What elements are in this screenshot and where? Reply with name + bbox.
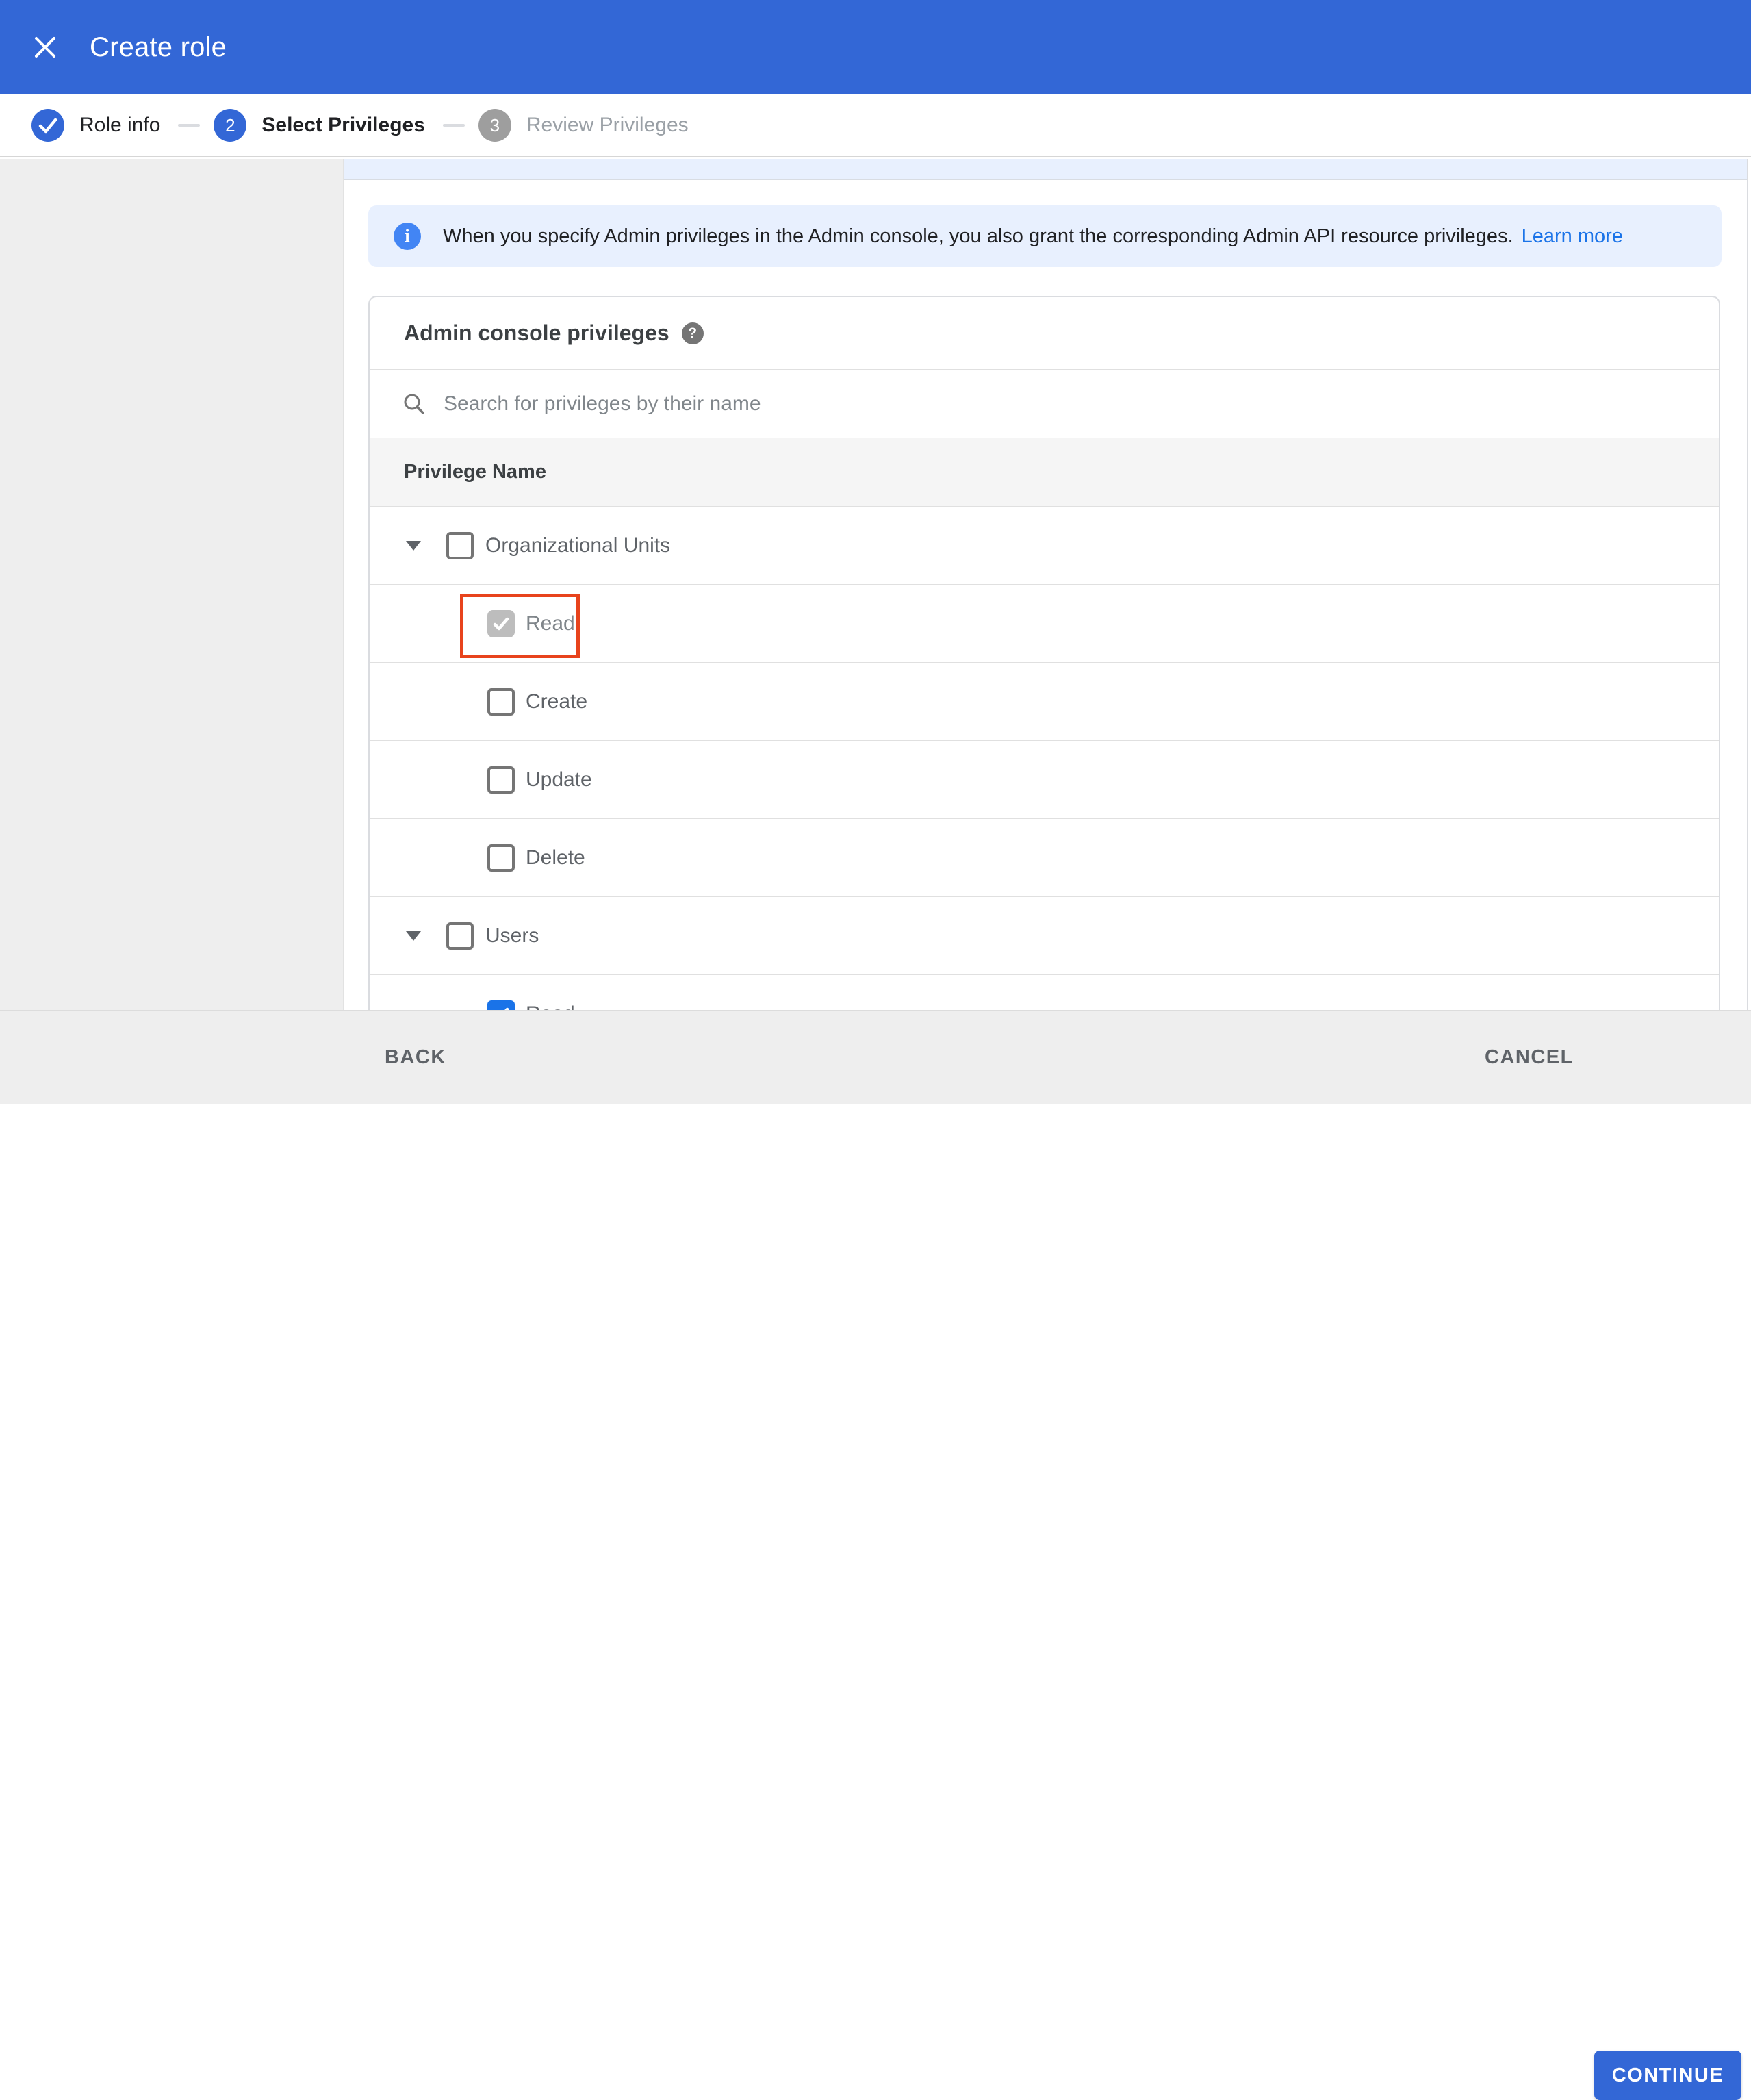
card-title-row: Admin console privileges ? [370, 297, 1719, 370]
privilege-label: Organizational Units [485, 533, 671, 557]
privileges-tree: Organizational Units Read Create Update Dele… [370, 507, 1719, 1010]
privilege-checkbox-organizational-units[interactable] [446, 531, 474, 559]
highlight-box [460, 594, 580, 658]
step-review-privileges[interactable]: 3 Review Privileges [478, 109, 689, 142]
continue-button[interactable]: CONTINUE [1594, 2051, 1741, 2100]
privilege-row-users-read[interactable]: Read [370, 975, 1719, 1010]
privilege-row-organizational-units-delete[interactable]: Delete [370, 819, 1719, 897]
privilege-checkbox-organizational-units-update[interactable] [487, 766, 515, 794]
privilege-label: Users [485, 924, 539, 947]
privilege-row-organizational-units-create[interactable]: Create [370, 663, 1719, 741]
step-number-badge: 2 [214, 109, 247, 142]
privilege-label: Read [526, 1002, 575, 1011]
search-icon [404, 394, 424, 414]
privilege-label: Update [526, 768, 592, 791]
column-header-privilege-name: Privilege Name [370, 438, 1719, 507]
privilege-row-organizational-units-read[interactable]: Read [370, 585, 1719, 663]
close-icon[interactable] [31, 34, 59, 61]
privileges-card: Admin console privileges ? Privilege Nam… [368, 296, 1720, 1010]
step-label: Role info [79, 114, 161, 136]
privilege-checkbox-users[interactable] [446, 922, 474, 950]
scrolled-content-remnant [344, 159, 1747, 180]
privilege-row-organizational-units[interactable]: Organizational Units [370, 507, 1719, 585]
card-title: Admin console privileges [404, 320, 669, 345]
search-row [370, 370, 1719, 438]
privilege-row-users[interactable]: Users [370, 897, 1719, 975]
step-select-privileges[interactable]: 2 Select Privileges [214, 109, 425, 142]
scrollbar-gutter[interactable] [1747, 159, 1751, 1010]
create-role-dialog: Create role Role info 2 Select Privilege… [0, 0, 1751, 2100]
search-input[interactable] [444, 392, 1470, 416]
help-question-icon[interactable]: ? [681, 322, 704, 344]
privilege-checkbox-organizational-units-create[interactable] [487, 687, 515, 716]
collapse-arrow-icon[interactable] [406, 540, 421, 551]
privilege-row-organizational-units-update[interactable]: Update [370, 741, 1719, 819]
learn-more-link[interactable]: Learn more [1522, 225, 1623, 248]
privilege-label: Create [526, 690, 588, 713]
info-icon: i [394, 223, 421, 250]
step-label: Select Privileges [261, 114, 425, 136]
privilege-checkbox-organizational-units-delete[interactable] [487, 844, 515, 872]
dialog-title: Create role [90, 31, 227, 62]
privilege-label: Delete [526, 846, 585, 869]
cancel-button[interactable]: CANCEL [1485, 1011, 1574, 1104]
step-connector [442, 124, 465, 127]
privilege-checkbox-users-read[interactable] [487, 1000, 515, 1010]
step-completed-check-icon [31, 109, 64, 142]
step-role-info[interactable]: Role info [31, 109, 160, 142]
collapse-arrow-icon[interactable] [406, 931, 421, 941]
step-label: Review Privileges [526, 114, 689, 136]
step-connector [178, 124, 201, 127]
stepper: Role info 2 Select Privileges 3 Review P… [0, 94, 1751, 157]
back-button[interactable]: BACK [385, 1011, 446, 1104]
footer-bar: BACK CANCEL CONTINUE [0, 1010, 1751, 2100]
dialog-header: Create role [0, 0, 1751, 94]
banner-text: When you specify Admin privileges in the… [443, 225, 1513, 247]
step-number-badge: 3 [478, 109, 511, 142]
left-sidebar [0, 159, 344, 1010]
info-banner: i When you specify Admin privileges in t… [368, 205, 1722, 267]
